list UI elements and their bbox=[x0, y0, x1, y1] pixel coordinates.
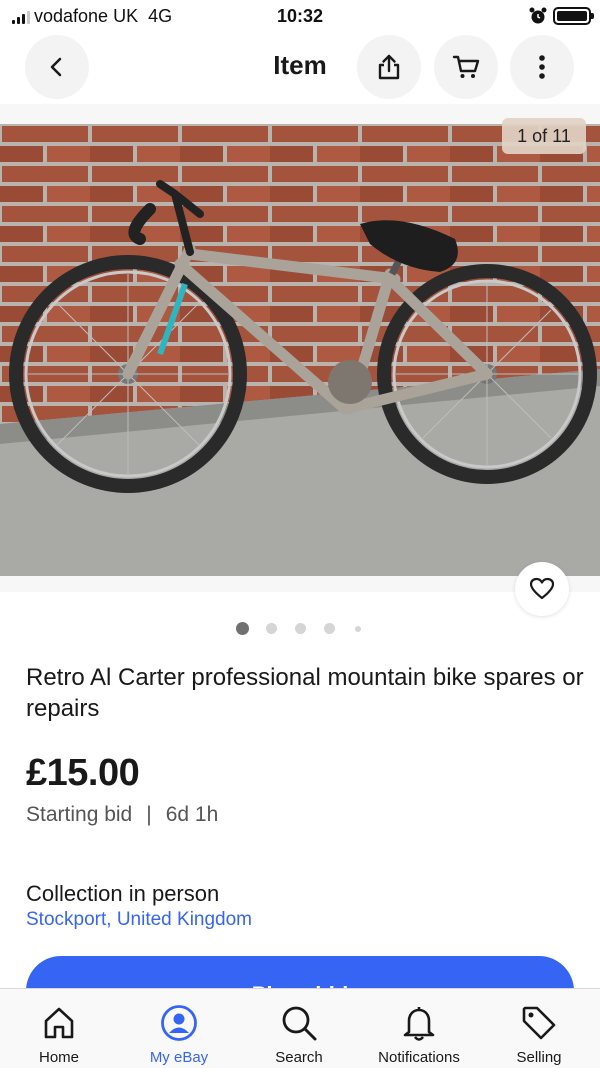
cart-button[interactable] bbox=[434, 35, 498, 99]
share-button[interactable] bbox=[357, 35, 421, 99]
battery-icon bbox=[553, 7, 594, 25]
cart-icon bbox=[452, 55, 480, 78]
pagination-dot[interactable] bbox=[324, 623, 335, 634]
pagination-dot[interactable] bbox=[295, 623, 306, 634]
home-icon bbox=[44, 1007, 74, 1039]
item-location-link[interactable]: Stockport, United Kingdom bbox=[26, 909, 252, 931]
status-time: 10:32 bbox=[276, 6, 324, 26]
top-app-bar: Item bbox=[0, 34, 600, 104]
bid-type: Starting bid bbox=[26, 803, 133, 826]
more-vertical-icon bbox=[539, 55, 545, 79]
time-left: 6d 1h bbox=[165, 803, 219, 826]
item-photo[interactable] bbox=[0, 124, 600, 576]
tag-icon bbox=[522, 1006, 556, 1040]
user-icon bbox=[161, 1005, 197, 1041]
pagination-dot-active[interactable] bbox=[236, 622, 249, 635]
nav-label: Search bbox=[275, 1049, 323, 1066]
gallery-pagination bbox=[0, 622, 600, 636]
image-gallery[interactable] bbox=[0, 104, 600, 592]
nav-my-ebay[interactable]: My eBay bbox=[139, 989, 219, 1068]
nav-selling[interactable]: Selling bbox=[499, 989, 579, 1068]
nav-label: My eBay bbox=[149, 1049, 209, 1066]
item-title: Retro Al Carter professional mountain bi… bbox=[26, 664, 584, 722]
more-options-button[interactable] bbox=[510, 35, 574, 99]
alarm-icon bbox=[529, 7, 547, 24]
page-title: Item bbox=[273, 50, 327, 80]
item-price: £15.00 bbox=[26, 752, 140, 794]
bid-info: Starting bid | 6d 1h bbox=[26, 803, 218, 827]
back-button[interactable] bbox=[25, 35, 89, 99]
delivery-method: Collection in person bbox=[26, 881, 220, 906]
pagination-dot[interactable] bbox=[355, 626, 361, 632]
nav-notifications[interactable]: Notifications bbox=[364, 989, 474, 1068]
bottom-navigation: Home My eBay Search Notifications Sellin… bbox=[0, 988, 600, 1068]
nav-label: Selling bbox=[516, 1049, 562, 1066]
status-bar: vodafone UK 4G 10:32 bbox=[0, 0, 600, 34]
watch-button[interactable] bbox=[515, 562, 569, 616]
bell-icon bbox=[403, 1007, 435, 1041]
chevron-left-icon bbox=[50, 57, 62, 77]
heart-icon bbox=[529, 577, 555, 600]
nav-label: Home bbox=[38, 1049, 79, 1066]
nav-home[interactable]: Home bbox=[19, 989, 99, 1068]
separator: | bbox=[146, 803, 152, 826]
share-icon bbox=[378, 54, 400, 80]
nav-search[interactable]: Search bbox=[259, 989, 339, 1068]
pagination-dot[interactable] bbox=[266, 623, 277, 634]
search-icon bbox=[282, 1006, 317, 1041]
image-counter: 1 of 11 bbox=[502, 118, 586, 154]
nav-label: Notifications bbox=[378, 1049, 460, 1066]
bike-photo-illustration bbox=[0, 124, 600, 576]
